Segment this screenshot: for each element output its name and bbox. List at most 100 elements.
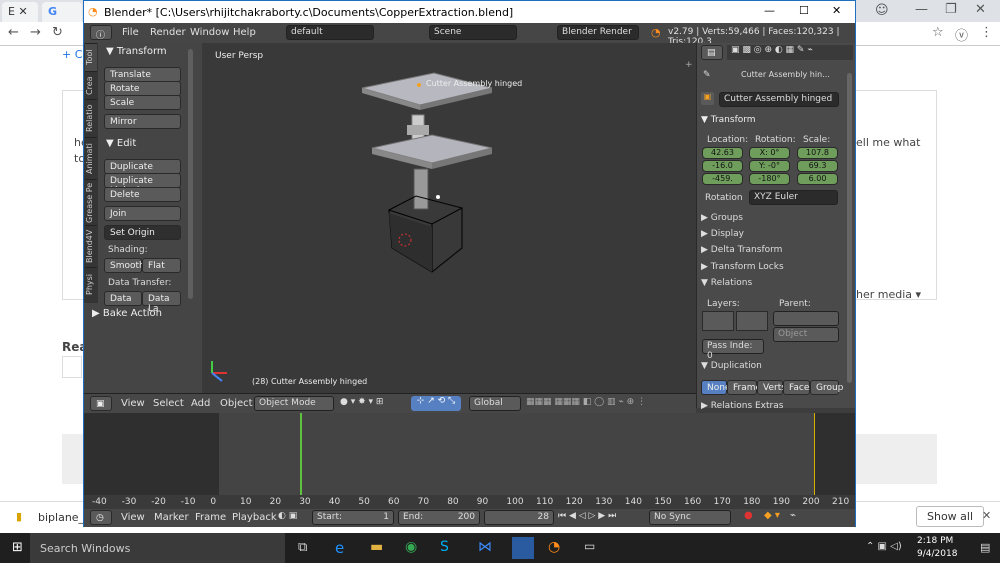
timeline-ruler[interactable]: -40 -30 -20 -10 0 10 20 30 40 50 60 70 80 90 100 110 120… <box>84 495 855 509</box>
menu-select[interactable]: Select <box>153 398 184 409</box>
tab-tool[interactable]: Tool <box>85 43 97 71</box>
current-frame-field[interactable]: 28 <box>484 510 554 525</box>
scene-field[interactable]: Scene <box>429 25 517 40</box>
scale-y-field[interactable]: 69.3 <box>797 160 838 172</box>
editor-type-icon[interactable]: ▣ <box>90 396 112 411</box>
web-text[interactable]: her media ▾ <box>856 288 921 301</box>
keying-icons[interactable]: ◆ ▾ <box>764 510 780 521</box>
layers-grid[interactable] <box>736 311 768 331</box>
pin-icon[interactable]: ✎ <box>703 70 711 80</box>
duplicate-linked-button[interactable]: Duplicate Linked <box>104 173 181 196</box>
editor-type-icon[interactable]: ▤ <box>701 45 723 60</box>
forward-icon[interactable]: → <box>30 25 41 40</box>
search-box[interactable]: Search Windows <box>30 533 285 563</box>
menu-view[interactable]: View <box>121 398 145 409</box>
vscode-icon[interactable]: ⋈ <box>478 539 492 555</box>
menu-help[interactable]: Help <box>233 27 256 38</box>
keying-set-icon[interactable]: ⌁ <box>790 510 796 521</box>
properties-toggle-icon[interactable]: + <box>685 60 693 70</box>
dup-verts-button[interactable]: Verts <box>757 380 786 395</box>
current-frame-line[interactable] <box>300 413 302 495</box>
sync-select[interactable]: No Sync <box>649 510 731 525</box>
close-icon[interactable]: ✕ <box>975 2 986 17</box>
context-icons[interactable]: ▣ ▩ ◎ ⊕ ◐ ▦ ✎ ⌁ <box>727 45 853 60</box>
smooth-button[interactable]: Smooth <box>104 258 145 273</box>
minimize-icon[interactable]: — <box>764 4 775 17</box>
scale-x-field[interactable]: 107.8 <box>797 147 838 159</box>
rotation-x-field[interactable]: X: 0° <box>749 147 790 159</box>
tray-icons[interactable]: ⌃ ▣ ◁) <box>866 541 902 552</box>
restore-icon[interactable]: ❐ <box>945 2 957 17</box>
edge-icon[interactable]: e <box>335 539 344 557</box>
terminal-icon[interactable]: ▭ <box>584 539 595 553</box>
transform-panel-header[interactable]: ▼ Transform <box>106 46 167 57</box>
scale-button[interactable]: Scale <box>104 95 181 110</box>
menu-view[interactable]: View <box>121 512 145 523</box>
display-section[interactable]: ▶ Display <box>701 229 744 239</box>
tab-physics[interactable]: Physi <box>85 267 97 301</box>
menu-icon[interactable]: ⋮ <box>980 25 993 40</box>
orientation-select[interactable]: Global <box>469 396 521 411</box>
dup-frames-button[interactable]: Frames <box>727 380 766 395</box>
menu-file[interactable]: File <box>122 27 139 38</box>
editor-type-icon[interactable]: ◷ <box>90 510 112 525</box>
record-icon[interactable]: ● <box>744 510 753 521</box>
duplicate-button[interactable]: Duplicate <box>104 159 181 174</box>
translate-button[interactable]: Translate <box>104 67 181 82</box>
browser-tab[interactable]: E ✕ <box>2 2 38 22</box>
menu-playback[interactable]: Playback <box>232 512 277 523</box>
3d-viewport[interactable]: User Persp Cutter Assembly hinged (28) C… <box>202 43 696 393</box>
pass-index-field[interactable]: Pass Inde: 0 <box>702 339 764 361</box>
location-x-field[interactable]: 42.63 <box>702 147 743 159</box>
show-all-button[interactable]: Show all <box>916 506 985 527</box>
tab-animation[interactable]: Animati <box>85 137 97 179</box>
folder-icon[interactable]: ▬ <box>370 539 383 555</box>
menu-render[interactable]: Render <box>150 27 186 38</box>
reload-icon[interactable]: ↻ <box>52 25 63 40</box>
menu-object[interactable]: Object <box>220 398 253 409</box>
set-origin-dropdown[interactable]: Set Origin <box>104 225 181 240</box>
dup-none-button[interactable]: None <box>701 380 730 395</box>
mirror-button[interactable]: Mirror <box>104 114 181 129</box>
editor-type-icon[interactable]: ⓘ <box>90 25 112 41</box>
rotate-button[interactable]: Rotate <box>104 81 181 96</box>
toolshelf-scrollbar[interactable] <box>188 49 193 299</box>
parent-type-select[interactable]: Object <box>773 327 839 342</box>
minimize-icon[interactable]: — <box>915 2 928 17</box>
menu-window[interactable]: Window <box>190 27 229 38</box>
web-input[interactable] <box>62 356 82 378</box>
data-button[interactable]: Data <box>104 291 142 306</box>
profile-icon[interactable]: ☺ <box>875 3 889 18</box>
range-icons[interactable]: ◐ ▣ <box>278 511 297 521</box>
properties-scrollbar[interactable] <box>847 73 852 383</box>
render-engine-select[interactable]: Blender Render <box>557 25 639 40</box>
tab-create[interactable]: Crea <box>85 71 97 99</box>
relations-extras-section[interactable]: ▶ Relations Extras <box>701 401 783 411</box>
bookmark-star-icon[interactable]: ☆ <box>932 25 944 40</box>
tab-grease-pencil[interactable]: Grease Pe <box>85 179 97 225</box>
tab-relations[interactable]: Relatio <box>85 99 97 137</box>
browser-tab[interactable]: G <box>42 2 82 22</box>
start-frame-field[interactable]: Start: 1 <box>312 510 394 525</box>
rotation-z-field[interactable]: -180° <box>749 173 790 185</box>
rotation-y-field[interactable]: Y: -0° <box>749 160 790 172</box>
rotation-mode-select[interactable]: XYZ Euler <box>749 190 838 205</box>
windows-start-icon[interactable]: ⊞ <box>12 540 23 555</box>
close-icon[interactable]: ✕ <box>982 509 991 522</box>
task-view-icon[interactable]: ⧉ <box>298 540 307 555</box>
relations-section[interactable]: ▼ Relations <box>701 278 752 288</box>
maximize-icon[interactable]: ☐ <box>799 4 809 17</box>
transform-section-header[interactable]: ▼ Transform <box>701 115 756 125</box>
notification-icon[interactable]: ▤ <box>980 541 990 554</box>
location-y-field[interactable]: -16.0 <box>702 160 743 172</box>
chrome-icon[interactable]: ◉ <box>405 539 417 555</box>
layers-grid[interactable] <box>702 311 734 331</box>
join-button[interactable]: Join <box>104 206 181 221</box>
menu-frame[interactable]: Frame <box>195 512 226 523</box>
delete-button[interactable]: Delete <box>104 187 181 202</box>
shading-icons[interactable]: ● ▾ ✸ ▾ ⊞ <box>340 397 383 407</box>
outlook-icon[interactable] <box>512 537 534 559</box>
parent-field[interactable] <box>773 311 839 326</box>
menu-marker[interactable]: Marker <box>154 512 189 523</box>
dup-faces-button[interactable]: Faces <box>783 380 814 395</box>
